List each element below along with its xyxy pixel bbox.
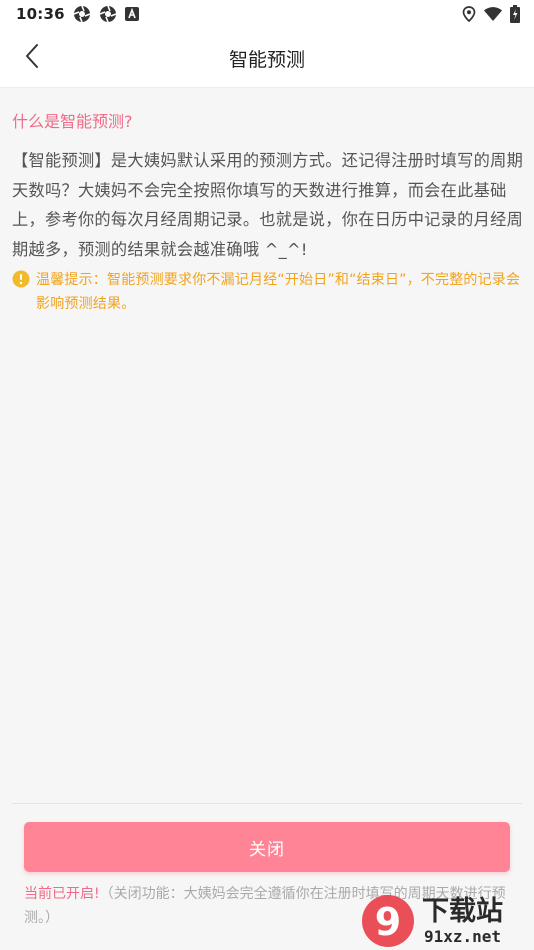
explanation-paragraph: 【智能预测】是大姨妈默认采用的预测方式。还记得注册时填写的周期天数吗？大姨妈不会… [12, 151, 524, 259]
page-title: 智能预测 [228, 48, 305, 71]
tip-row: 温馨提示：智能预测要求你不漏记月经“开始日”和“结束日”，不完整的记录会影响预测… [12, 268, 524, 316]
location-icon [462, 6, 476, 22]
status-left: 10:36 [16, 5, 139, 23]
status-right [462, 5, 520, 23]
info-circle-icon [12, 270, 30, 292]
watermark-logo: 9 下载站 91xz.net [360, 888, 534, 950]
tip-text: 温馨提示：智能预测要求你不漏记月经“开始日”和“结束日”，不完整的记录会影响预测… [36, 272, 521, 312]
status-on-label: 当前已开启! [24, 886, 100, 902]
question-heading: 什么是智能预测? [12, 112, 133, 131]
back-button[interactable] [12, 38, 52, 78]
battery-icon [510, 5, 520, 23]
close-button[interactable]: 关闭 [24, 822, 510, 872]
a-badge-icon [124, 7, 139, 21]
status-time: 10:36 [16, 5, 65, 23]
wifi-icon [484, 7, 502, 21]
chevron-left-icon [24, 43, 40, 73]
divider [12, 803, 522, 804]
aperture-icon [99, 5, 117, 23]
watermark-site-domain: 91xz.net [424, 927, 501, 946]
aperture-icon [73, 5, 91, 23]
app-bar: 智能预测 [0, 28, 534, 88]
status-bar: 10:36 [0, 0, 534, 28]
watermark-site-name: 下载站 [422, 896, 503, 927]
watermark-logo-mark: 9 [375, 900, 401, 944]
